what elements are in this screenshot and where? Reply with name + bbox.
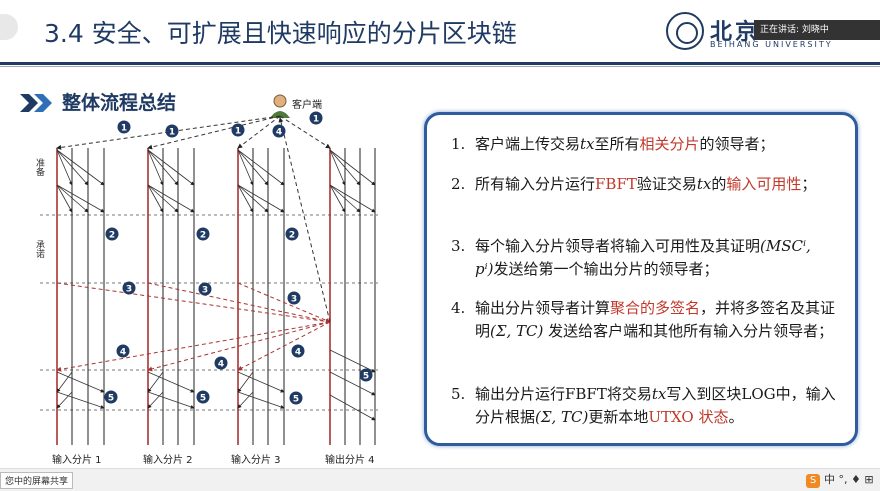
step-marker-number: 4 xyxy=(120,348,126,358)
taskbar xyxy=(0,468,880,491)
commit-message xyxy=(147,371,195,393)
lane-label-input-1: 输入分片 1 xyxy=(52,455,102,466)
screen-share-button[interactable]: 您中的屏幕共享 xyxy=(0,472,74,489)
university-logo-subtitle: BEIHANG UNIVERSITY xyxy=(710,40,833,49)
step-marker-number: 5 xyxy=(108,394,114,404)
prepare-message xyxy=(147,149,195,186)
lane-label-input-3: 输入分片 3 xyxy=(231,455,281,466)
commit-message xyxy=(147,391,195,409)
prepare-message xyxy=(329,149,346,186)
phase-label-commit: 承诺 xyxy=(34,240,44,258)
phase-label-prepare: 准备 xyxy=(34,158,44,176)
slide-edge-deco xyxy=(0,14,18,40)
steps-panel: 1. 客户端上传交易tx至所有相关分片的领导者； 2. 所有输入分片运行FBFT… xyxy=(424,112,858,446)
commit-message xyxy=(237,391,285,409)
output-message xyxy=(329,394,376,421)
step-marker-number: 5 xyxy=(200,394,206,404)
step-marker-number: 1 xyxy=(313,115,319,125)
slide-title: 3.4 安全、可扩展且快速响应的分片区块链 xyxy=(44,19,517,48)
step-marker-number: 3 xyxy=(126,285,132,295)
step-marker-number: 2 xyxy=(200,231,206,241)
step-marker-number: 2 xyxy=(109,231,115,241)
prepare-message xyxy=(147,184,195,213)
step-marker-number: 5 xyxy=(363,372,369,382)
client-head-icon xyxy=(273,94,287,108)
prepare-message xyxy=(329,184,376,213)
step-marker-number: 4 xyxy=(276,128,282,138)
prepare-message xyxy=(237,184,285,213)
university-seal-icon xyxy=(666,12,704,50)
output-message xyxy=(329,349,376,373)
lane-label-output-4: 输出分片 4 xyxy=(325,455,375,466)
step-marker-number: 2 xyxy=(289,231,295,241)
input-to-output-arrow xyxy=(147,282,331,324)
step-4: 4. 输出分片领导者计算聚合的多签名，并将多签名及其证明(Σ, TC) 发送给客… xyxy=(451,299,836,340)
output-to-client-arrow xyxy=(278,117,331,323)
lane-label-input-2: 输入分片 2 xyxy=(143,455,193,466)
step-2: 2. 所有输入分片运行FBFT验证交易tx的输入可用性； xyxy=(451,175,817,193)
prepare-message xyxy=(329,149,376,186)
protocol-flow-diagram: 1 1 1 4 1 2 2 2 3 3 3 4 4 4 5 5 5 5 xyxy=(40,94,378,445)
step-marker-number: 3 xyxy=(202,286,208,296)
system-tray[interactable]: S中 °, ♦ ⊞ xyxy=(806,471,874,488)
output-to-input-arrow xyxy=(147,321,331,372)
input-method-icon[interactable]: S xyxy=(806,474,820,488)
step-marker-number: 4 xyxy=(218,360,224,370)
step-3: 3. 每个输入分片领导者将输入可用性及其证明(MSCⁱ, pⁱ)发送给第一个输出… xyxy=(451,237,811,278)
client-label: 客户端 xyxy=(292,100,322,111)
commit-message xyxy=(237,371,285,393)
speaking-indicator: 正在讲话: 刘晓中 xyxy=(754,20,880,40)
title-divider-thin xyxy=(0,66,880,67)
step-1: 1. 客户端上传交易tx至所有相关分片的领导者； xyxy=(451,135,775,153)
step-marker-number: 1 xyxy=(121,124,127,134)
step-marker-number: 4 xyxy=(295,348,301,358)
step-marker-number: 3 xyxy=(291,295,297,305)
prepare-message xyxy=(56,149,105,186)
step-5: 5. 输出分片运行FBFT将交易tx写入到区块LOG中，输入分片根据(Σ, TC… xyxy=(451,385,836,426)
step-marker-number: 1 xyxy=(169,128,175,138)
prepare-message xyxy=(237,149,285,186)
client-to-shard-arrow xyxy=(279,115,331,149)
step-marker-number: 1 xyxy=(235,127,241,137)
step-marker-number: 5 xyxy=(293,395,299,405)
title-divider xyxy=(0,62,880,65)
